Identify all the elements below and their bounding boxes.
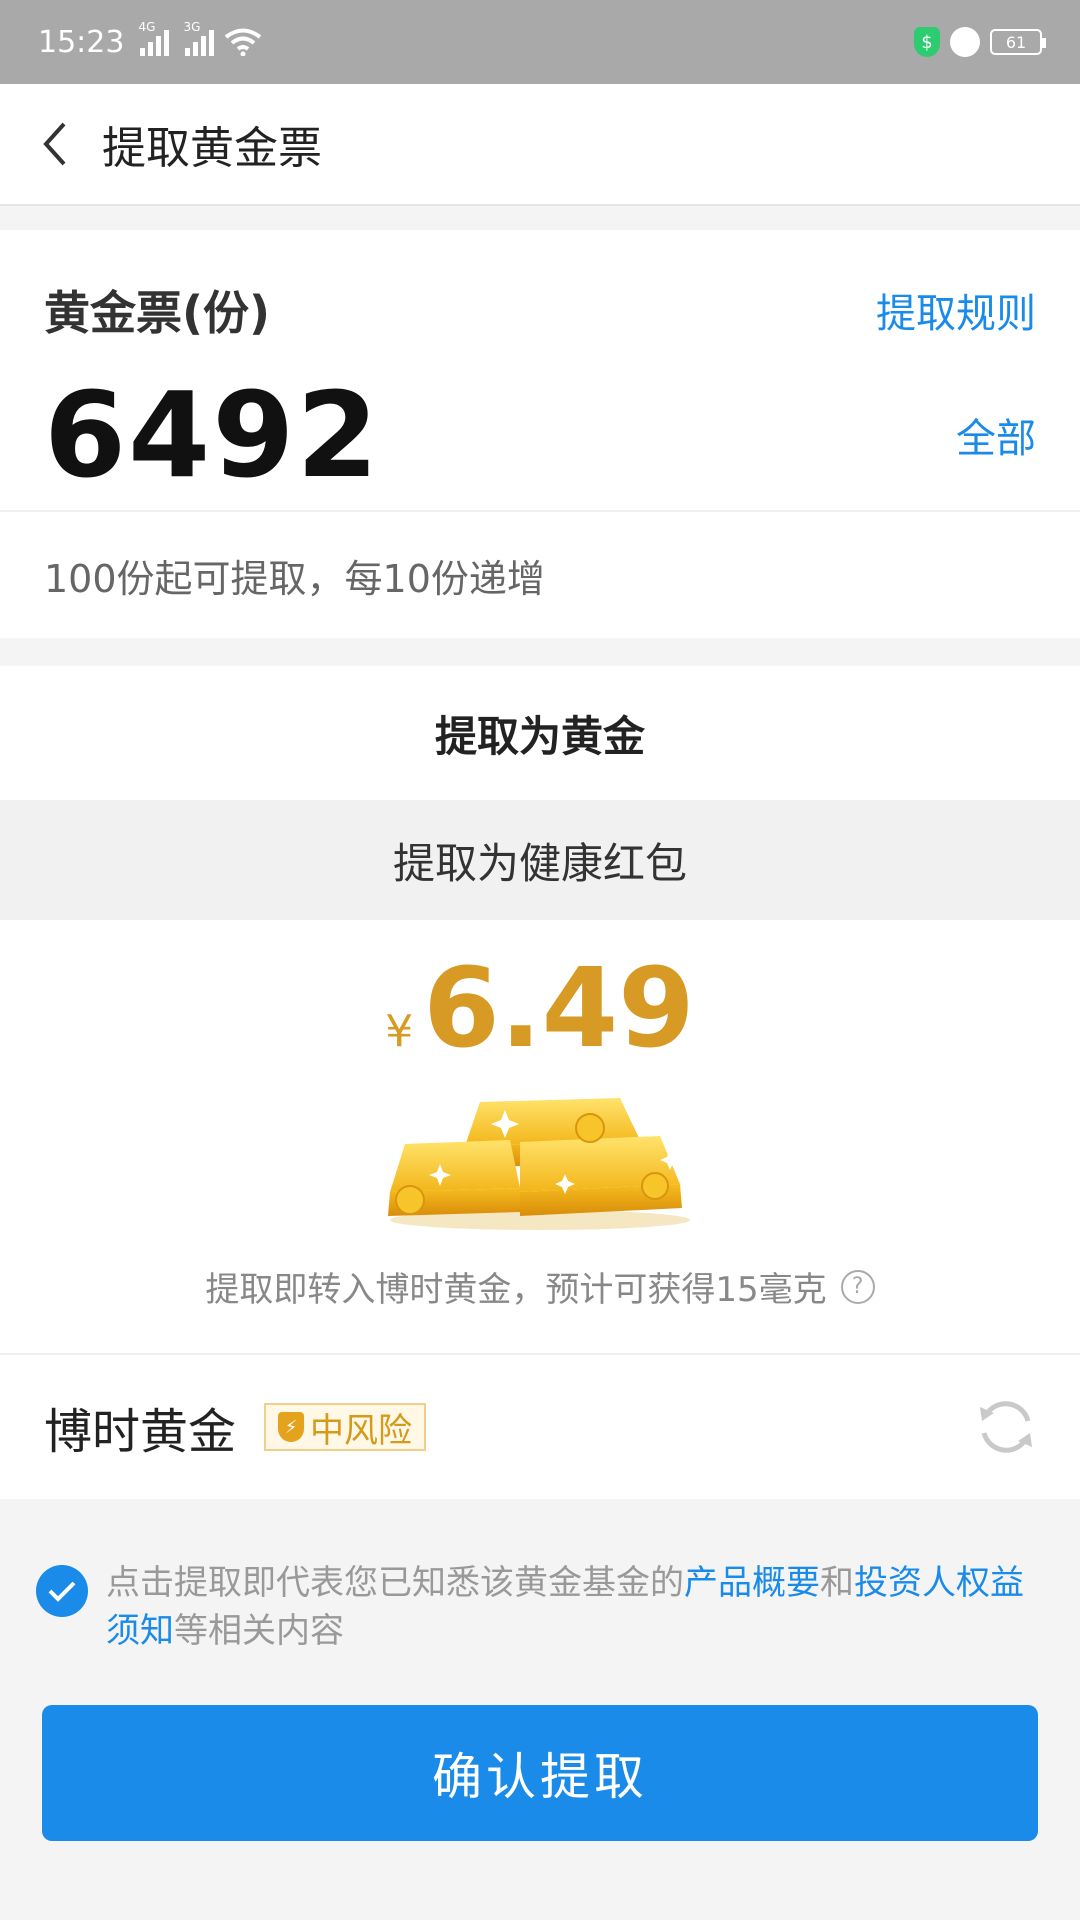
agreement-suffix: 等相关内容 [174, 1611, 344, 1651]
balance-amount-row: 6492 全部 [0, 360, 1080, 510]
fund-name: 博时黄金 [44, 1404, 237, 1460]
agreement-prefix: 点击提取即代表您已知悉该黄金基金的 [106, 1563, 684, 1603]
battery-icon: 61 [990, 29, 1046, 55]
rules-link[interactable]: 提取规则 [876, 281, 1036, 339]
balance-label: 黄金票(份) [44, 286, 271, 340]
battery-level: 61 [1005, 32, 1027, 52]
status-time: 15:23 [38, 24, 125, 60]
currency-symbol: ¥ [385, 1006, 414, 1057]
gold-bars-icon [388, 1098, 690, 1230]
agreement-text: 点击提取即代表您已知悉该黄金基金的产品概要和投资人权益须知等相关内容 [106, 1559, 1044, 1655]
risk-shield-icon: ⚡ [278, 1412, 305, 1442]
agreement: 点击提取即代表您已知悉该黄金基金的产品概要和投资人权益须知等相关内容 [0, 1499, 1080, 1655]
option-red-packet[interactable]: 提取为健康红包 [0, 800, 1080, 920]
balance-amount[interactable]: 6492 [44, 366, 380, 504]
check-icon [48, 1581, 76, 1602]
fund-info: 博时黄金 ⚡ 中风险 [44, 1392, 427, 1462]
agree-checkbox[interactable] [36, 1565, 88, 1617]
price: ¥ 6.49 [0, 944, 1080, 1072]
status-left: 15:23 4G 3G [38, 20, 262, 60]
fund-row[interactable]: 博时黄金 ⚡ 中风险 [0, 1353, 1080, 1499]
security-shield-icon: $ [914, 27, 940, 57]
risk-label: 中风险 [310, 1410, 413, 1451]
chevron-left-icon [43, 122, 66, 166]
gold-panel: ¥ 6.49 提取即转入博时黄金，预计可获得15毫克 ? [0, 920, 1080, 1353]
price-value: 6.49 [423, 944, 695, 1072]
signal-icon-2: 3G [183, 20, 215, 56]
withdraw-hint: 100份起可提取，每10份递增 [0, 510, 1080, 638]
network-type-label-2: 3G [183, 20, 201, 34]
signal-icon: 4G [138, 20, 170, 56]
page-title: 提取黄金票 [102, 123, 322, 174]
help-icon[interactable]: ? [840, 1269, 875, 1304]
all-link[interactable]: 全部 [956, 406, 1036, 464]
back-button[interactable] [30, 119, 80, 169]
product-summary-link[interactable]: 产品概要 [684, 1563, 820, 1603]
status-bar: 15:23 4G 3G $ 61 [0, 0, 1080, 84]
agreement-mid: 和 [820, 1563, 854, 1603]
risk-badge: ⚡ 中风险 [264, 1403, 427, 1451]
wifi-icon [225, 28, 262, 56]
network-type-label: 4G [138, 20, 156, 34]
gold-description: 提取即转入博时黄金，预计可获得15毫克 ? [0, 1232, 1080, 1353]
app-status-icon [950, 27, 980, 57]
option-gold[interactable]: 提取为黄金 [0, 666, 1080, 800]
gold-description-text: 提取即转入博时黄金，预计可获得15毫克 [205, 1270, 827, 1310]
refresh-icon[interactable] [976, 1397, 1036, 1457]
confirm-button[interactable]: 确认提取 [42, 1705, 1038, 1841]
status-right: $ 61 [914, 27, 1046, 57]
nav-bar: 提取黄金票 [0, 84, 1080, 206]
balance-card: 黄金票(份) 提取规则 6492 全部 100份起可提取，每10份递增 [0, 230, 1080, 638]
